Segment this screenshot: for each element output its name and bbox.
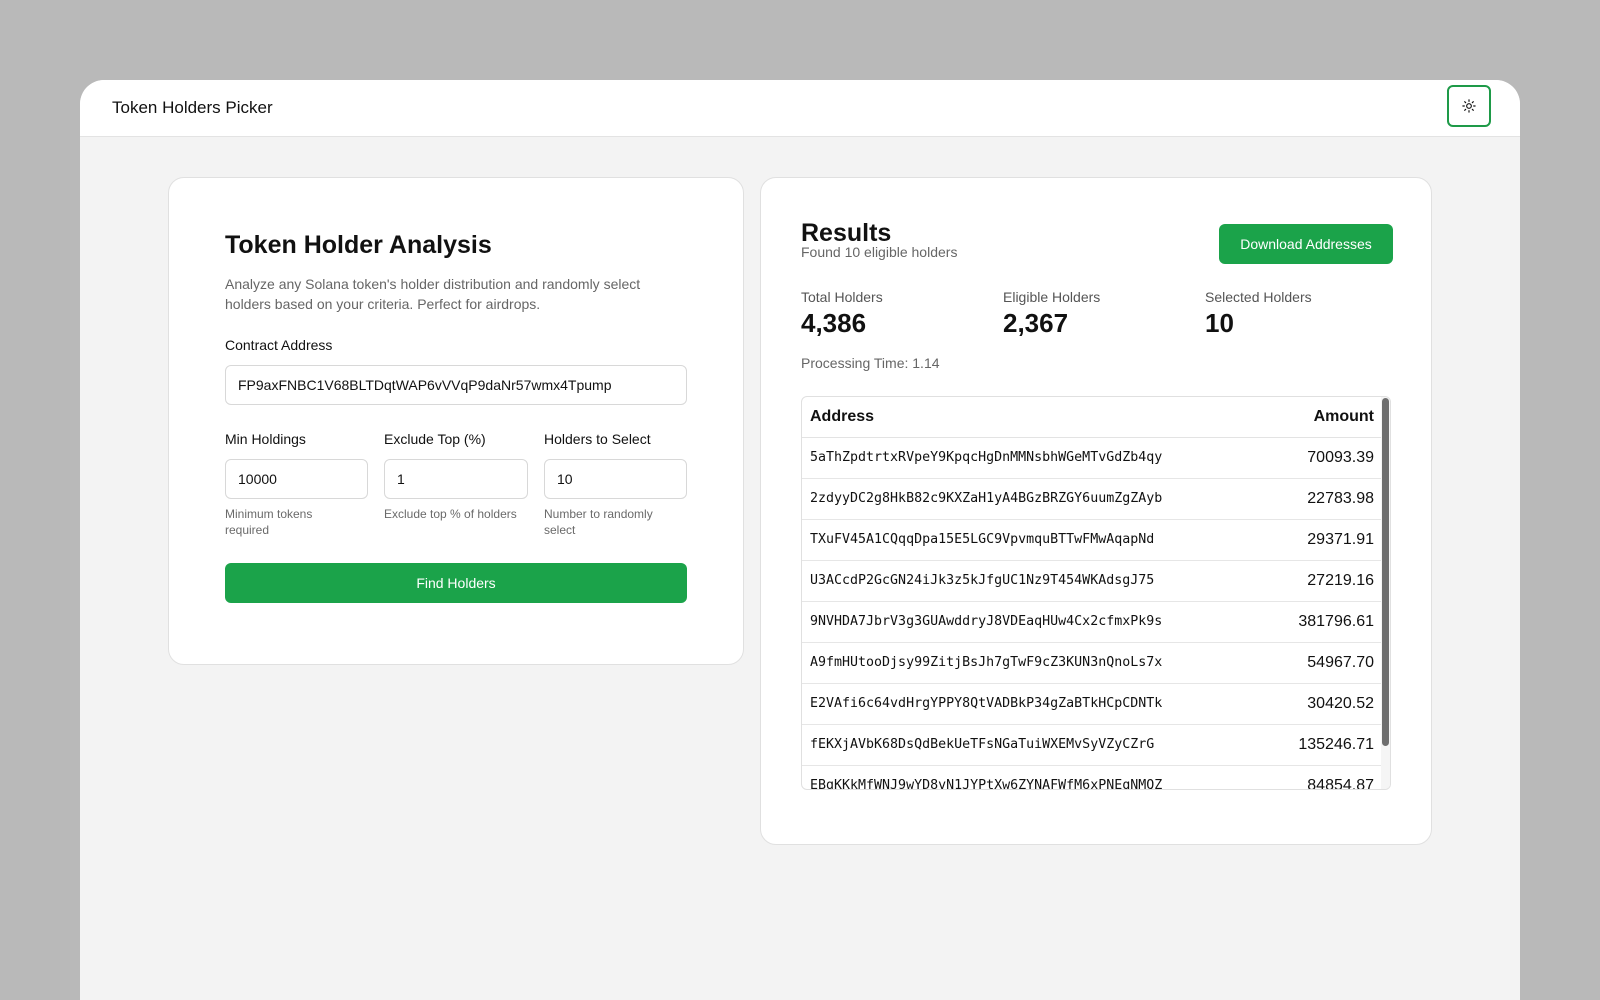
analysis-card: Token Holder Analysis Analyze any Solana… [168, 177, 744, 665]
amount-cell: 70093.39 [1307, 449, 1374, 466]
holders-to-select-hint: Number to randomly select [544, 507, 653, 537]
amount-cell: 29371.91 [1307, 531, 1374, 548]
amount-cell: 84854.87 [1307, 777, 1374, 790]
processing-time: Processing Time: 1.14 [801, 355, 940, 371]
app-title: Token Holders Picker [112, 98, 273, 117]
app-window: Token Holders Picker Token Holder Analys… [80, 80, 1520, 1000]
table-scrollbar[interactable] [1381, 397, 1390, 789]
amount-cell: 30420.52 [1307, 695, 1374, 712]
table-row: 9NVHDA7JbrV3g3GUAwddryJ8VDEaqHUw4Cx2cfmx… [802, 602, 1390, 643]
sun-icon [1462, 99, 1476, 113]
total-holders-value: 4,386 [801, 308, 867, 338]
address-cell: 9NVHDA7JbrV3g3GUAwddryJ8VDEaqHUw4Cx2cfmx… [810, 614, 1163, 629]
address-cell: 2zdyyDC2g8HkB82c9KXZaH1yA4BGzBRZGY6uumZg… [810, 491, 1163, 506]
amount-cell: 381796.61 [1298, 613, 1374, 630]
total-holders-label: Total Holders [801, 289, 883, 305]
table-row: E2VAfi6c64vdHrgYPPY8QtVADBkP34gZaBTkHCpC… [802, 684, 1390, 725]
amount-cell: 22783.98 [1307, 490, 1374, 507]
address-column-header: Address [810, 408, 875, 425]
address-cell: fEKXjAVbK68DsQdBekUeTFsNGaTuiWXEMvSyVZyC… [810, 737, 1155, 752]
top-navbar: Token Holders Picker [80, 80, 1520, 137]
amount-cell: 135246.71 [1298, 736, 1374, 753]
table-header: Address Amount [802, 397, 1390, 438]
exclude-top-hint: Exclude top % of holders [384, 507, 517, 521]
holders-table: Address Amount 5aThZpdtrtxRVpeY9KpqcHgDn… [801, 396, 1391, 790]
eligible-holders-label: Eligible Holders [1003, 289, 1101, 305]
selected-holders-value: 10 [1205, 308, 1234, 338]
amount-cell: 27219.16 [1307, 572, 1374, 589]
results-subtitle: Found 10 eligible holders [801, 244, 958, 260]
address-cell: U3ACcdP2GcGN24iJk3z5kJfgUC1Nz9T454WKAdsg… [810, 573, 1155, 588]
eligible-holders-value: 2,367 [1003, 308, 1069, 338]
address-cell: 5aThZpdtrtxRVpeY9KpqcHgDnMMNsbhWGeMTvGdZ… [810, 450, 1163, 465]
holders-to-select-label: Holders to Select [544, 431, 651, 447]
find-holders-button[interactable]: Find Holders [225, 563, 687, 603]
results-card: Results Found 10 eligible holders Downlo… [760, 177, 1432, 845]
exclude-top-label: Exclude Top (%) [384, 431, 486, 447]
contract-address-label: Contract Address [225, 337, 333, 353]
amount-cell: 54967.70 [1307, 654, 1374, 671]
download-addresses-button[interactable]: Download Addresses [1219, 224, 1393, 264]
table-row: 5aThZpdtrtxRVpeY9KpqcHgDnMMNsbhWGeMTvGdZ… [802, 438, 1390, 479]
table-row: fEKXjAVbK68DsQdBekUeTFsNGaTuiWXEMvSyVZyC… [802, 725, 1390, 766]
theme-toggle-button[interactable] [1447, 85, 1491, 127]
selected-holders-label: Selected Holders [1205, 289, 1312, 305]
scrollbar-thumb[interactable] [1382, 398, 1389, 746]
table-row: EBgKKkMfWNJ9wYD8vN1JYPtXw6ZYNAFWfM6xPNEq… [802, 766, 1390, 790]
table-row: 2zdyyDC2g8HkB82c9KXZaH1yA4BGzBRZGY6uumZg… [802, 479, 1390, 520]
analysis-title: Token Holder Analysis [225, 231, 492, 259]
address-cell: EBgKKkMfWNJ9wYD8vN1JYPtXw6ZYNAFWfM6xPNEq… [810, 778, 1163, 790]
amount-column-header: Amount [1313, 408, 1374, 425]
address-cell: TXuFV45A1CQqqDpa15E5LGC9VpvmquBTTwFMwAqa… [810, 532, 1155, 547]
contract-address-input[interactable] [225, 365, 687, 405]
min-holdings-input[interactable] [225, 459, 368, 499]
min-holdings-hint: Minimum tokens required [225, 507, 313, 537]
table-row: TXuFV45A1CQqqDpa15E5LGC9VpvmquBTTwFMwAqa… [802, 520, 1390, 561]
holders-to-select-input[interactable] [544, 459, 687, 499]
table-row: U3ACcdP2GcGN24iJk3z5kJfgUC1Nz9T454WKAdsg… [802, 561, 1390, 602]
address-cell: A9fmHUtooDjsy99ZitjBsJh7gTwF9cZ3KUN3nQno… [810, 655, 1163, 670]
min-holdings-label: Min Holdings [225, 431, 306, 447]
table-row: A9fmHUtooDjsy99ZitjBsJh7gTwF9cZ3KUN3nQno… [802, 643, 1390, 684]
exclude-top-input[interactable] [384, 459, 528, 499]
analysis-description: Analyze any Solana token's holder distri… [225, 276, 641, 312]
address-cell: E2VAfi6c64vdHrgYPPY8QtVADBkP34gZaBTkHCpC… [810, 696, 1163, 711]
